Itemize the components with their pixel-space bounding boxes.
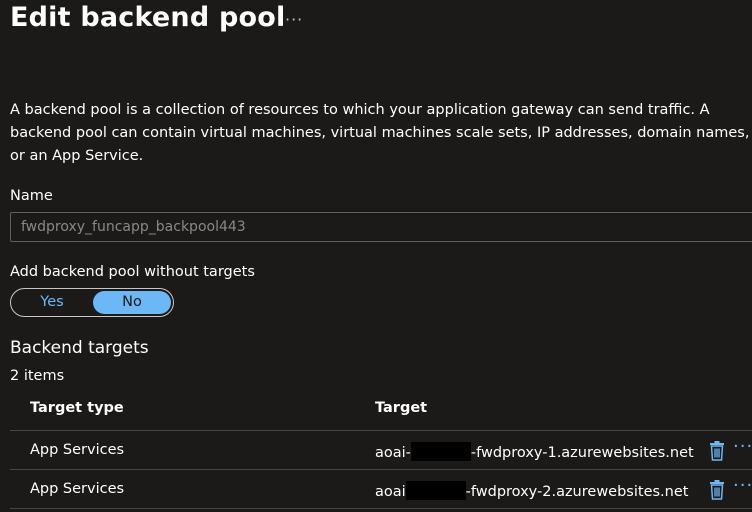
target-suffix: -fwdproxy-1.azurewebsites.net [470,445,694,461]
redaction-block [410,442,471,461]
redaction-block [405,481,466,500]
items-count: 2 items [10,368,65,384]
trash-icon[interactable] [708,480,726,500]
name-label: Name [10,188,53,204]
name-field[interactable] [10,212,752,242]
target-prefix: aoai- [375,445,411,461]
column-header-target: Target [375,400,428,416]
toggle-yes-option[interactable]: Yes [13,291,91,314]
table-row: App Services aoai- -fwdproxy-1.azurewebsi… [10,431,752,470]
row-more-icon[interactable]: ··· [733,475,752,496]
more-actions-icon[interactable]: ··· [285,10,303,29]
table-row: App Services aoai -fwdproxy-2.azurewebsit… [10,470,752,509]
trash-icon[interactable] [708,441,726,461]
without-targets-label: Add backend pool without targets [10,264,255,280]
without-targets-toggle[interactable]: Yes No [10,288,174,317]
table-header: Target type Target [10,390,752,431]
target-type-cell: App Services [30,481,125,497]
target-type-cell: App Services [30,442,125,458]
description-text: A backend pool is a collection of resour… [10,102,750,164]
backend-targets-heading: Backend targets [10,338,149,358]
row-more-icon[interactable]: ··· [733,436,752,457]
target-suffix: -fwdproxy-2.azurewebsites.net [465,484,689,500]
page-title: Edit backend pool [10,2,286,33]
toggle-no-option[interactable]: No [93,291,171,314]
targets-table: Target type Target App Services aoai- -fw… [10,390,752,509]
target-prefix: aoai [375,484,406,500]
column-header-target-type: Target type [30,400,124,416]
edit-backend-pool-panel: Edit backend pool ··· A backend pool is … [0,0,752,512]
target-cell: aoai -fwdproxy-2.azurewebsites.net [375,481,688,500]
target-cell: aoai- -fwdproxy-1.azurewebsites.net [375,442,694,461]
